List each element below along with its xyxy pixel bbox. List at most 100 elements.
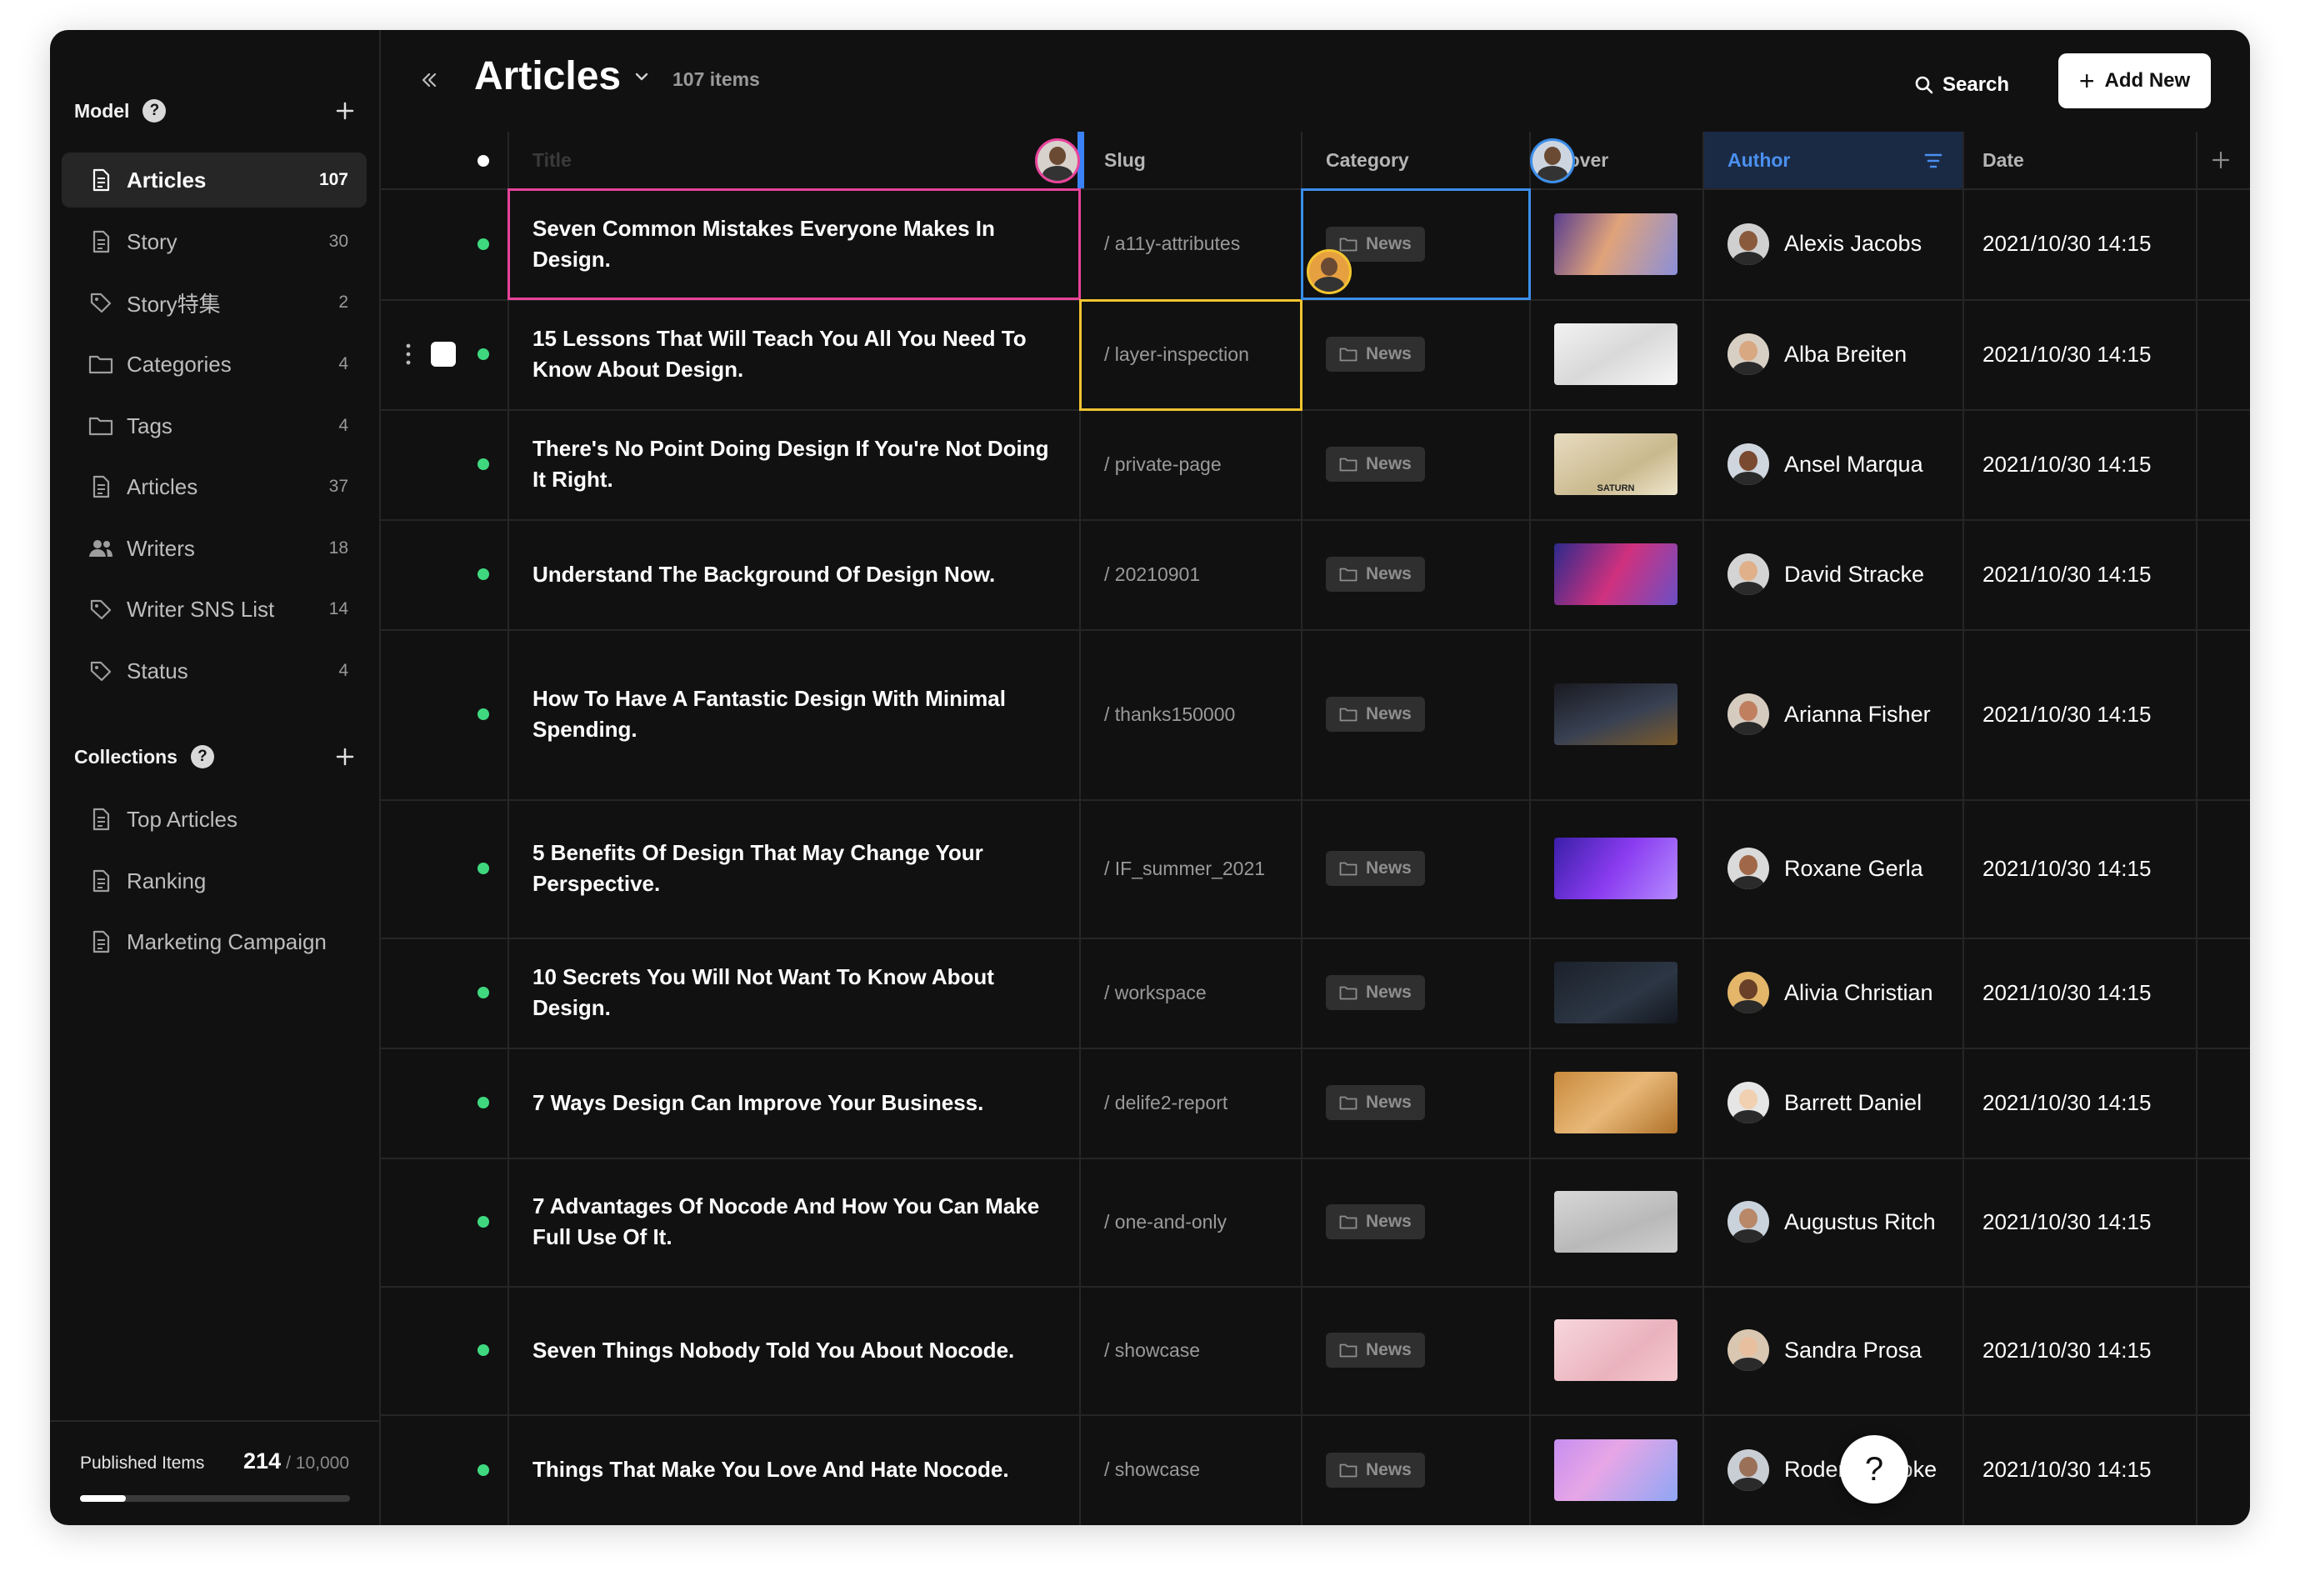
table-row[interactable]: There's No Point Doing Design If You're …	[381, 409, 2250, 519]
category-chip[interactable]: News	[1326, 697, 1425, 732]
add-collection-button[interactable]	[324, 736, 366, 778]
cell-author[interactable]: Barrett Daniel	[1702, 1048, 1962, 1158]
cell-title[interactable]: Seven Things Nobody Told You About Nocod…	[508, 1286, 1079, 1414]
table-row[interactable]: 5 Benefits Of Design That May Change You…	[381, 799, 2250, 938]
category-chip[interactable]: News	[1326, 975, 1425, 1010]
cell-date[interactable]: 2021/10/30 14:15	[1962, 1286, 2196, 1414]
cell-category[interactable]: News	[1301, 519, 1529, 629]
cell-title[interactable]: 15 Lessons That Will Teach You All You N…	[508, 299, 1079, 409]
cell-date[interactable]: 2021/10/30 14:15	[1962, 1158, 2196, 1286]
cell-author[interactable]: Roderick Stoke	[1702, 1414, 1962, 1525]
table-row[interactable]: 15 Lessons That Will Teach You All You N…	[381, 299, 2250, 409]
cell-category[interactable]: News	[1301, 799, 1529, 938]
table-row[interactable]: Seven Things Nobody Told You About Nocod…	[381, 1286, 2250, 1414]
cell-title[interactable]: How To Have A Fantastic Design With Mini…	[508, 629, 1079, 799]
sidebar-item-categories[interactable]: Categories 4	[62, 337, 367, 392]
cell-author[interactable]: Sandra Prosa	[1702, 1286, 1962, 1414]
help-button[interactable]: ?	[1840, 1435, 1908, 1503]
cell-cover[interactable]: SATURN	[1529, 409, 1702, 519]
cell-title[interactable]: 10 Secrets You Will Not Want To Know Abo…	[508, 938, 1079, 1048]
cell-cover[interactable]	[1529, 1158, 1702, 1286]
sidebar-item-story[interactable]: Story特集 2	[62, 275, 367, 330]
cell-author[interactable]: Alivia Christian	[1702, 938, 1962, 1048]
cell-date[interactable]: 2021/10/30 14:15	[1962, 1048, 2196, 1158]
category-chip[interactable]: News	[1326, 447, 1425, 482]
cell-title[interactable]: There's No Point Doing Design If You're …	[508, 409, 1079, 519]
sidebar-item-articles[interactable]: Articles 107	[62, 153, 367, 208]
cell-author[interactable]: Ansel Marqua	[1702, 409, 1962, 519]
sidebar-item-writers[interactable]: Writers 18	[62, 521, 367, 576]
category-chip[interactable]: News	[1326, 1204, 1425, 1239]
sidebar-item-tags[interactable]: Tags 4	[62, 398, 367, 453]
cell-slug[interactable]: / a11y-attributes	[1079, 188, 1301, 299]
cell-date[interactable]: 2021/10/30 14:15	[1962, 188, 2196, 299]
cell-title[interactable]: Seven Common Mistakes Everyone Makes In …	[508, 188, 1079, 299]
page-title[interactable]: Articles	[474, 53, 654, 99]
cell-cover[interactable]	[1529, 188, 1702, 299]
cell-author[interactable]: David Stracke	[1702, 519, 1962, 629]
cell-slug[interactable]: / IF_summer_2021	[1079, 799, 1301, 938]
category-chip[interactable]: News	[1326, 1333, 1425, 1368]
category-chip[interactable]: News	[1326, 851, 1425, 886]
help-icon[interactable]: ?	[190, 745, 214, 768]
cell-title[interactable]: 5 Benefits Of Design That May Change You…	[508, 799, 1079, 938]
table-row[interactable]: 10 Secrets You Will Not Want To Know Abo…	[381, 938, 2250, 1048]
table-row[interactable]: Understand The Background Of Design Now.…	[381, 519, 2250, 629]
cell-title[interactable]: Understand The Background Of Design Now.	[508, 519, 1079, 629]
column-header-title[interactable]: Title	[508, 132, 1079, 188]
sidebar-item-articles-2[interactable]: Articles 37	[62, 459, 367, 514]
cell-category[interactable]: News	[1301, 1158, 1529, 1286]
cell-cover[interactable]	[1529, 629, 1702, 799]
column-header-date[interactable]: Date	[1962, 132, 2196, 188]
cell-slug[interactable]: / one-and-only	[1079, 1158, 1301, 1286]
cell-category[interactable]: News	[1301, 299, 1529, 409]
cell-category[interactable]: News	[1301, 1048, 1529, 1158]
cell-slug[interactable]: / showcase	[1079, 1286, 1301, 1414]
help-icon[interactable]: ?	[142, 99, 167, 123]
cell-date[interactable]: 2021/10/30 14:15	[1962, 629, 2196, 799]
collection-item-marketing-campaign[interactable]: Marketing Campaign	[62, 914, 367, 969]
cell-title[interactable]: 7 Advantages Of Nocode And How You Can M…	[508, 1158, 1079, 1286]
drag-handle-icon[interactable]	[406, 343, 411, 366]
cell-category[interactable]: News	[1301, 629, 1529, 799]
add-model-button[interactable]	[324, 90, 366, 132]
cell-date[interactable]: 2021/10/30 14:15	[1962, 1414, 2196, 1525]
column-header-category[interactable]: Category	[1301, 132, 1529, 188]
cell-cover[interactable]	[1529, 519, 1702, 629]
select-all-indicator[interactable]	[478, 155, 489, 167]
cell-date[interactable]: 2021/10/30 14:15	[1962, 938, 2196, 1048]
cell-date[interactable]: 2021/10/30 14:15	[1962, 299, 2196, 409]
table-row[interactable]: 7 Ways Design Can Improve Your Business.…	[381, 1048, 2250, 1158]
add-column-button[interactable]	[2196, 132, 2250, 188]
sidebar-item-story[interactable]: Story 30	[62, 214, 367, 269]
cell-cover[interactable]	[1529, 799, 1702, 938]
cell-category[interactable]: News	[1301, 1286, 1529, 1414]
table-row[interactable]: 7 Advantages Of Nocode And How You Can M…	[381, 1158, 2250, 1286]
cell-slug[interactable]: / delife2-report	[1079, 1048, 1301, 1158]
cell-category[interactable]: News	[1301, 938, 1529, 1048]
cell-date[interactable]: 2021/10/30 14:15	[1962, 799, 2196, 938]
search-button[interactable]: Search	[1914, 60, 2009, 110]
category-chip[interactable]: News	[1326, 557, 1425, 592]
cell-slug[interactable]: / private-page	[1079, 409, 1301, 519]
cell-slug[interactable]: / showcase	[1079, 1414, 1301, 1525]
cell-category[interactable]: News	[1301, 1414, 1529, 1525]
cell-cover[interactable]	[1529, 1414, 1702, 1525]
cell-date[interactable]: 2021/10/30 14:15	[1962, 519, 2196, 629]
column-header-author[interactable]: Author	[1702, 132, 1962, 188]
cell-title[interactable]: Things That Make You Love And Hate Nocod…	[508, 1414, 1079, 1525]
cell-slug[interactable]: / layer-inspection	[1079, 299, 1301, 409]
table-row[interactable]: Things That Make You Love And Hate Nocod…	[381, 1414, 2250, 1525]
cell-title[interactable]: 7 Ways Design Can Improve Your Business.	[508, 1048, 1079, 1158]
cell-date[interactable]: 2021/10/30 14:15	[1962, 409, 2196, 519]
filter-icon[interactable]	[1924, 152, 1942, 174]
add-new-button[interactable]: + Add New	[2058, 53, 2211, 108]
sidebar-item-writer-sns-list[interactable]: Writer SNS List 14	[62, 582, 367, 637]
cell-cover[interactable]	[1529, 299, 1702, 409]
cell-author[interactable]: Arianna Fisher	[1702, 629, 1962, 799]
cell-slug[interactable]: / 20210901	[1079, 519, 1301, 629]
category-chip[interactable]: News	[1326, 337, 1425, 372]
category-chip[interactable]: News	[1326, 1452, 1425, 1488]
column-header-slug[interactable]: Slug	[1079, 132, 1301, 188]
collection-item-ranking[interactable]: Ranking	[62, 853, 367, 908]
